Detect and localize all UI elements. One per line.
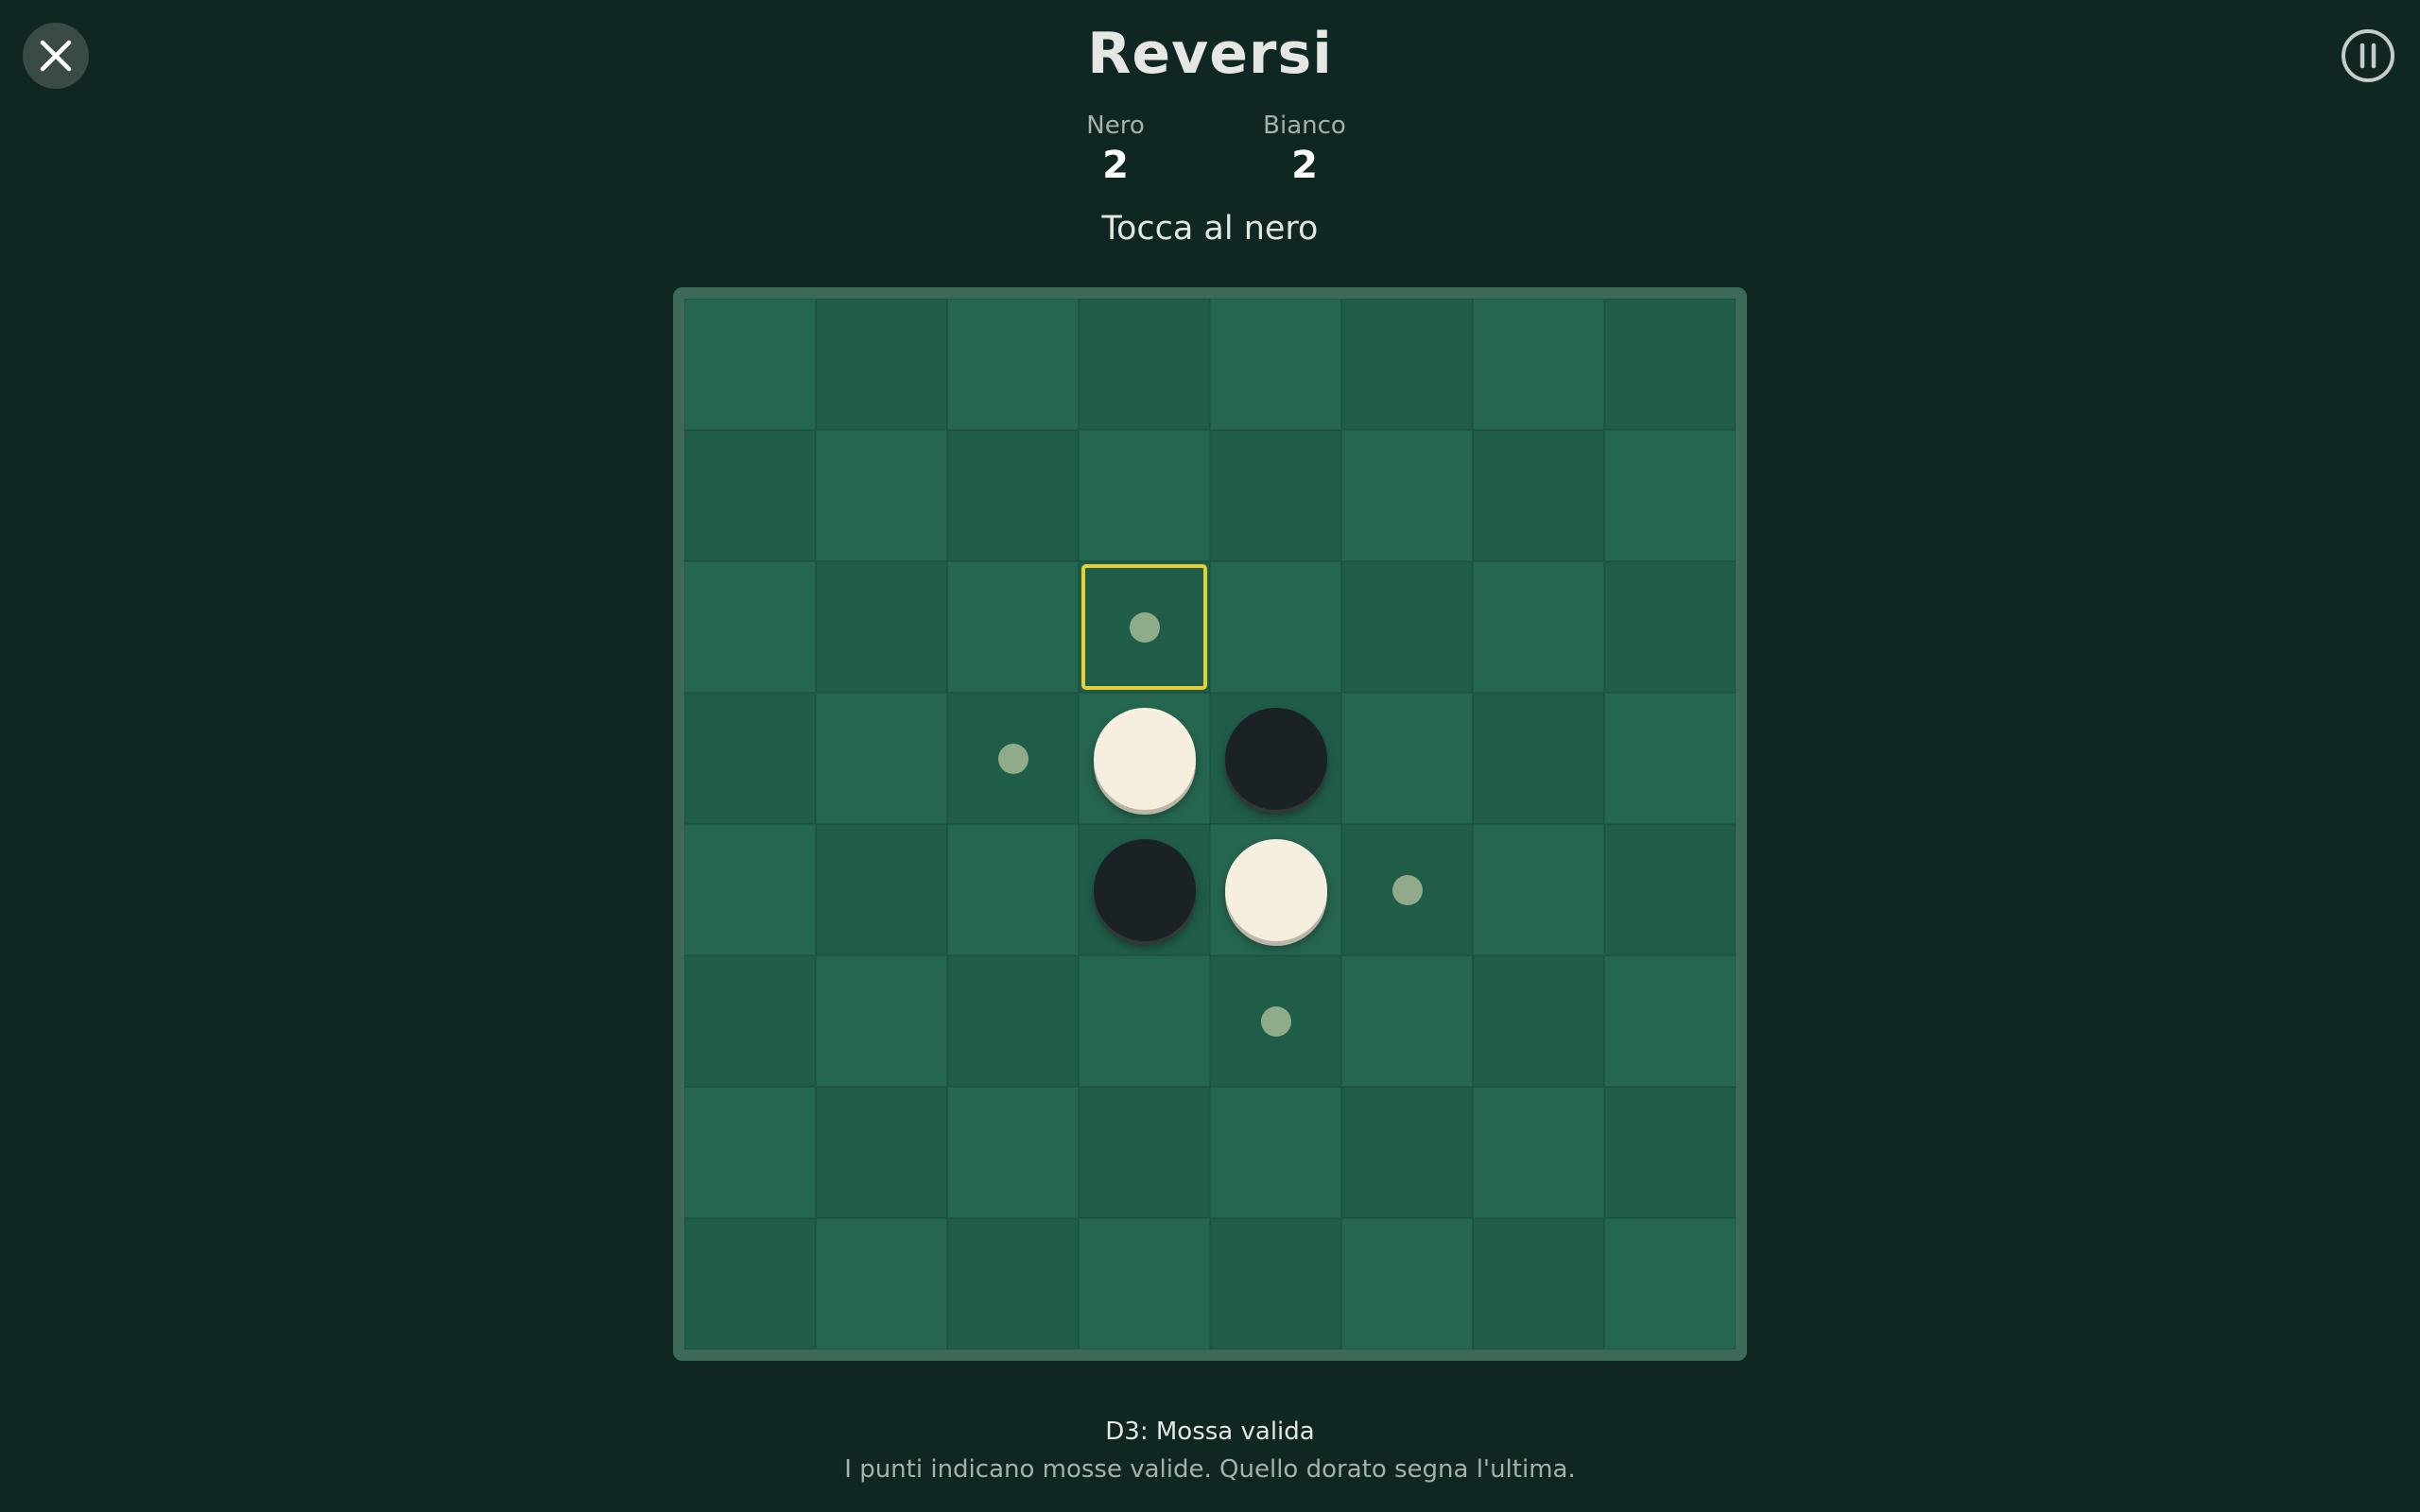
board-cell-C1[interactable] <box>947 299 1079 430</box>
black-disc <box>1093 838 1196 941</box>
board-cell-A8[interactable] <box>684 1218 816 1349</box>
board-cell-G3[interactable] <box>1473 561 1604 693</box>
board-cell-E6[interactable] <box>1210 955 1341 1087</box>
board-cell-D4[interactable] <box>1079 693 1210 824</box>
score-white-label: Bianco <box>1263 112 1346 140</box>
board-cell-G1[interactable] <box>1473 299 1604 430</box>
board-cell-H2[interactable] <box>1604 430 1736 561</box>
board-cell-D7[interactable] <box>1079 1087 1210 1218</box>
board-cell-F8[interactable] <box>1341 1218 1473 1349</box>
board-cell-D2[interactable] <box>1079 430 1210 561</box>
board-cell-B6[interactable] <box>816 955 947 1087</box>
board-cell-H7[interactable] <box>1604 1087 1736 1218</box>
board-cell-A1[interactable] <box>684 299 816 430</box>
board-cell-E5[interactable] <box>1210 824 1341 955</box>
board-cell-B5[interactable] <box>816 824 947 955</box>
board-cell-F2[interactable] <box>1341 430 1473 561</box>
board-cell-B1[interactable] <box>816 299 947 430</box>
board-cell-D5[interactable] <box>1079 824 1210 955</box>
board-cell-C4[interactable] <box>947 693 1079 824</box>
board-cell-G8[interactable] <box>1473 1218 1604 1349</box>
game-screen: Reversi Nero 2 Bianco 2 Tocca al nero D3… <box>0 0 2420 1512</box>
board-cell-C6[interactable] <box>947 955 1079 1087</box>
board-cell-G6[interactable] <box>1473 955 1604 1087</box>
board-cell-H3[interactable] <box>1604 561 1736 693</box>
board-cell-G5[interactable] <box>1473 824 1604 955</box>
board-cell-C2[interactable] <box>947 430 1079 561</box>
board-cell-E1[interactable] <box>1210 299 1341 430</box>
board-cell-H8[interactable] <box>1604 1218 1736 1349</box>
board-cell-B3[interactable] <box>816 561 947 693</box>
board-frame <box>673 287 1747 1361</box>
move-status: D3: Mossa valida <box>1105 1418 1315 1446</box>
valid-move-dot <box>1129 611 1160 643</box>
board-cell-F4[interactable] <box>1341 693 1473 824</box>
score-black-label: Nero <box>1086 112 1145 140</box>
board-cell-G7[interactable] <box>1473 1087 1604 1218</box>
board-cell-D3[interactable] <box>1079 561 1210 693</box>
valid-move-dot <box>1260 1005 1291 1037</box>
board-cell-A2[interactable] <box>684 430 816 561</box>
board-cell-B7[interactable] <box>816 1087 947 1218</box>
board-cell-B4[interactable] <box>816 693 947 824</box>
valid-move-dot <box>997 743 1028 774</box>
turn-indicator: Tocca al nero <box>1101 210 1319 248</box>
board-cell-F3[interactable] <box>1341 561 1473 693</box>
valid-move-dot <box>1392 874 1423 905</box>
board-cell-A3[interactable] <box>684 561 816 693</box>
score-white: Bianco 2 <box>1210 112 1399 187</box>
board-cell-B2[interactable] <box>816 430 947 561</box>
board-cell-H1[interactable] <box>1604 299 1736 430</box>
board-cell-G4[interactable] <box>1473 693 1604 824</box>
black-disc <box>1224 707 1327 810</box>
white-disc <box>1093 707 1196 810</box>
help-text: I punti indicano mosse valide. Quello do… <box>844 1455 1576 1484</box>
board-cell-B8[interactable] <box>816 1218 947 1349</box>
white-disc <box>1224 838 1327 941</box>
board-cell-C7[interactable] <box>947 1087 1079 1218</box>
board-cell-F5[interactable] <box>1341 824 1473 955</box>
game-board <box>684 299 1736 1349</box>
board-cell-D1[interactable] <box>1079 299 1210 430</box>
board-cell-A5[interactable] <box>684 824 816 955</box>
score-black: Nero 2 <box>1021 112 1210 187</box>
board-cell-H6[interactable] <box>1604 955 1736 1087</box>
board-cell-E3[interactable] <box>1210 561 1341 693</box>
board-cell-A4[interactable] <box>684 693 816 824</box>
board-cell-F1[interactable] <box>1341 299 1473 430</box>
board-cell-D8[interactable] <box>1079 1218 1210 1349</box>
score-black-value: 2 <box>1102 144 1129 187</box>
board-cell-C5[interactable] <box>947 824 1079 955</box>
board-cell-F7[interactable] <box>1341 1087 1473 1218</box>
board-cell-H4[interactable] <box>1604 693 1736 824</box>
board-cell-E7[interactable] <box>1210 1087 1341 1218</box>
score-white-value: 2 <box>1291 144 1318 187</box>
board-cell-C3[interactable] <box>947 561 1079 693</box>
game-title: Reversi <box>1087 21 1333 87</box>
board-cell-C8[interactable] <box>947 1218 1079 1349</box>
board-cell-E4[interactable] <box>1210 693 1341 824</box>
board-cell-F6[interactable] <box>1341 955 1473 1087</box>
board-cell-D6[interactable] <box>1079 955 1210 1087</box>
board-cell-H5[interactable] <box>1604 824 1736 955</box>
board-cell-E8[interactable] <box>1210 1218 1341 1349</box>
pause-button[interactable] <box>2339 26 2397 85</box>
board-cell-G2[interactable] <box>1473 430 1604 561</box>
board-cell-A6[interactable] <box>684 955 816 1087</box>
pause-icon <box>2342 29 2394 82</box>
board-cell-E2[interactable] <box>1210 430 1341 561</box>
board-cell-A7[interactable] <box>684 1087 816 1218</box>
